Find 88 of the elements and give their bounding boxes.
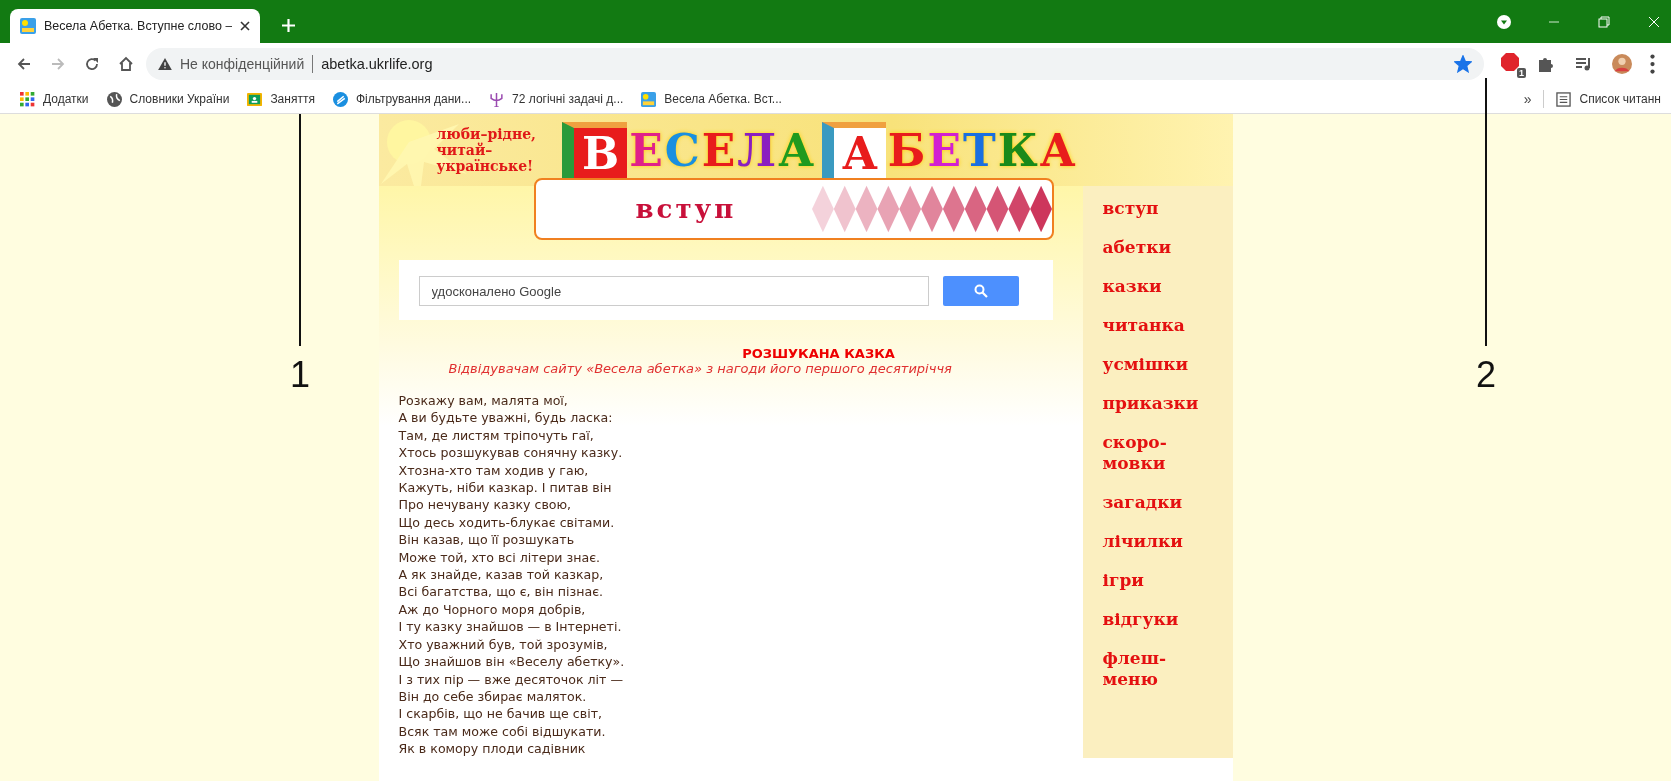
address-bar[interactable]: Не конфіденційний abetka.ukrlife.org (146, 48, 1484, 80)
logo-letter: Е (701, 124, 736, 176)
poem-line: А як знайде, казав той казкар, (398, 566, 605, 584)
home-icon[interactable] (118, 56, 134, 72)
poem-line: Кажуть, ніби казкар. І питав він (398, 479, 613, 497)
nav-link[interactable]: відгуки (1102, 609, 1233, 630)
logo-letter: Е (629, 124, 663, 176)
poem-dedication: Відвідувачам сайту «Весела абетка» з нагоди його першого десятиріччя (448, 361, 953, 376)
nav-link[interactable]: усмішки (1102, 354, 1233, 375)
search-button[interactable] (942, 276, 1019, 306)
poem-line: І ту казку знайшов — в Інтернеті. (398, 618, 623, 636)
tab-title: Весела Абетка. Вступне слово – (44, 19, 232, 33)
back-icon[interactable] (16, 56, 32, 72)
poem-line: Що знайшов він «Веселу абетку». (398, 653, 626, 671)
poem-line: І скарбів, що не бачив ще світ, (398, 705, 604, 723)
poem-line: Там, де листям тріпочуть гаї, (398, 426, 595, 445)
url-text: abetka.ukrlife.org (321, 56, 433, 72)
nav-link[interactable]: абетки (1102, 237, 1233, 258)
logo-letter: Е (927, 124, 961, 176)
browser-tab[interactable]: Весела Абетка. Вступне слово – (10, 9, 260, 43)
globe-icon (106, 91, 122, 107)
poem-line: Про нечувану казку свою, (398, 496, 573, 514)
poem-title: РОЗШУКАНА КАЗКА (741, 346, 896, 361)
logo-letter: А (1039, 124, 1076, 176)
search-field[interactable]: удосконалено Google (418, 276, 929, 306)
more-bookmarks-chevron[interactable]: » (1523, 91, 1532, 107)
bookmark[interactable]: 72 логічні задачі д... (489, 91, 624, 107)
bookmark[interactable]: Додатки (20, 91, 89, 107)
nav-link[interactable]: читанка (1102, 315, 1233, 336)
extension-badge: 1 (1517, 68, 1526, 78)
callout-number: 2 (1476, 354, 1497, 396)
section-title-banner: вступ (533, 178, 1054, 240)
nav-link[interactable]: скоро- мовки (1102, 432, 1233, 474)
logo-letter: К (997, 124, 1038, 176)
logo-letter-block: А (822, 121, 886, 179)
logo-letter: Б (887, 124, 926, 176)
poem-line: А ви будьте уважні, будь ласка: (398, 409, 614, 427)
sun-favicon-icon (641, 91, 657, 107)
dropdown-icon[interactable] (1497, 15, 1511, 29)
poem-line: Розкажу вам, малята мої, (398, 392, 569, 410)
menu-icon[interactable] (1650, 54, 1655, 74)
bookmark[interactable]: Словники України (106, 91, 230, 107)
bookmark[interactable]: Заняття (247, 91, 315, 107)
bookmark[interactable]: Весела Абетка. Вст... (641, 91, 782, 107)
nav-link[interactable]: ігри (1102, 570, 1233, 591)
logo-letter: Т (963, 124, 996, 176)
reload-icon[interactable] (84, 56, 100, 72)
poem-line: Може той, хто всі літери знає. (398, 548, 602, 567)
poem-line: Він казав, що її розшукать (398, 531, 576, 549)
logo-letter-block: В (561, 121, 628, 179)
classroom-icon (247, 91, 263, 107)
reading-list-button[interactable]: Список читанн (1556, 91, 1661, 107)
nav-link[interactable]: лічилки (1102, 531, 1233, 552)
list-icon (1556, 91, 1572, 107)
search-icon (973, 284, 988, 298)
logo-letter: Л (737, 124, 777, 176)
poem-line: І з тих пір — вже десяточок літ — (398, 670, 624, 688)
poem-line: Він до себе збирає маляток. (398, 687, 588, 706)
apps-grid-icon (20, 91, 35, 107)
security-label: Не конфіденційний (180, 56, 305, 72)
poem-line: Аж до Чорного моря добрів, (398, 600, 587, 619)
poem-line: Хто уважний був, той зрозумів, (398, 635, 609, 654)
poem-line: Хтось розшукував сонячну казку. (398, 444, 624, 462)
poem-line: Хтозна-хто там ходив у гаю, (398, 461, 590, 480)
poem-line: Всяк там може собі відшукати. (398, 722, 607, 741)
logo-letter: А (778, 124, 814, 176)
slogan: люби–рідне, читай– українське! (436, 126, 536, 174)
close-icon[interactable] (240, 21, 250, 31)
sun-favicon-icon (20, 18, 36, 34)
poem-line: Що десь ходить-блукає світами. (398, 513, 616, 532)
logo-letter: С (664, 124, 700, 176)
avatar-icon[interactable] (1612, 54, 1632, 74)
swirl-icon (332, 91, 348, 107)
new-tab-icon[interactable] (282, 19, 295, 32)
nav-link[interactable]: загадки (1102, 492, 1233, 513)
bookmark[interactable]: Фільтрування дани... (332, 91, 472, 107)
nav-link[interactable]: флеш- меню (1102, 648, 1233, 690)
restore-icon[interactable] (1597, 15, 1611, 29)
warning-icon (158, 58, 172, 70)
nav-link[interactable]: вступ (1102, 198, 1233, 219)
poem-line: Всі багатства, що є, він пізнає. (398, 583, 605, 601)
callout-number: 1 (290, 354, 311, 396)
close-window-icon[interactable] (1647, 15, 1661, 29)
poem-line: Як в комору плоди садівник (398, 740, 587, 758)
nav-link[interactable]: приказки (1102, 393, 1233, 414)
star-icon[interactable] (1454, 55, 1472, 73)
trident-icon (489, 91, 505, 107)
nav-link[interactable]: казки (1102, 276, 1233, 297)
